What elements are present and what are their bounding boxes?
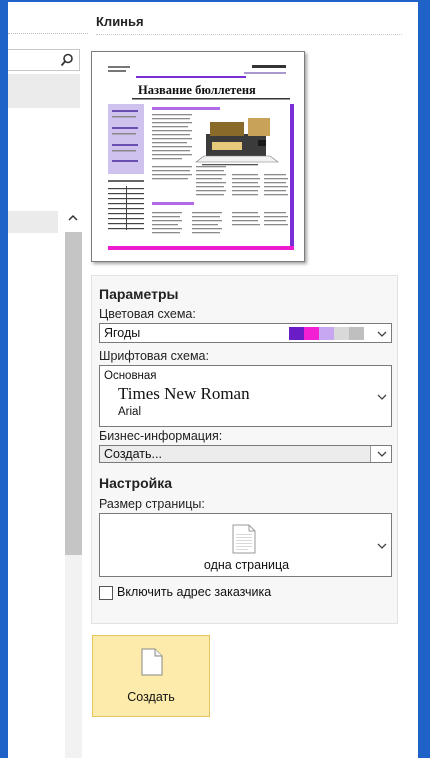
color-swatches: [289, 327, 364, 340]
template-preview: Название бюллетеня: [91, 51, 305, 262]
color-swatch: [349, 327, 364, 340]
search-icon[interactable]: [59, 52, 75, 68]
color-swatch: [289, 327, 304, 340]
create-button-label: Создать: [127, 690, 175, 704]
scrollbar-thumb[interactable]: [65, 232, 82, 555]
page-size-label: Размер страницы:: [99, 497, 205, 511]
template-list-pane: [8, 2, 88, 758]
color-swatch: [334, 327, 349, 340]
newsletter-thumbnail-image: Название бюллетеня: [92, 52, 304, 261]
color-scheme-dropdown[interactable]: Ягоды: [99, 323, 392, 343]
customize-heading: Настройка: [99, 475, 173, 491]
color-swatch: [304, 327, 319, 340]
newsletter-title-text: Название бюллетеня: [138, 83, 256, 97]
chevron-down-icon[interactable]: [375, 447, 389, 461]
window-frame-right: [418, 0, 430, 758]
color-scheme-label: Цветовая схема:: [99, 307, 196, 321]
options-panel: Параметры Цветовая схема: Ягоды Шрифтова…: [91, 275, 398, 624]
page-size-value: одна страница: [203, 558, 290, 572]
business-info-dropdown[interactable]: Создать...: [99, 445, 392, 463]
parameters-heading: Параметры: [99, 286, 179, 302]
list-item[interactable]: [8, 211, 58, 233]
font-scheme-label: Шрифтовая схема:: [99, 349, 209, 363]
category-row-selected[interactable]: [8, 74, 80, 108]
color-scheme-value: Ягоды: [104, 326, 141, 340]
scrollbar-track[interactable]: [65, 555, 82, 758]
chevron-down-icon[interactable]: [375, 327, 389, 341]
business-info-value: Создать...: [104, 447, 162, 461]
title-divider: [96, 34, 402, 35]
customer-address-checkbox[interactable]: [99, 586, 113, 600]
font-heading-name: Times New Roman: [118, 384, 250, 403]
chevron-up-icon: [68, 214, 78, 221]
template-details-pane: Клинья Название бюллетеня Параметры Цвет…: [88, 2, 418, 758]
single-page-icon: [232, 524, 256, 554]
newsletter-thumbnail: Название бюллетеня: [92, 52, 304, 261]
font-body-name: Arial: [118, 406, 142, 418]
search-input[interactable]: [8, 49, 80, 71]
create-button[interactable]: Создать: [92, 635, 210, 717]
scroll-up-button[interactable]: [64, 211, 82, 229]
chevron-down-icon[interactable]: [375, 539, 389, 553]
window-frame-left: [0, 0, 8, 758]
font-scheme-dropdown[interactable]: Основная Times New Roman Arial: [99, 365, 392, 427]
color-swatch: [319, 327, 334, 340]
font-scheme-name: Основная: [104, 370, 157, 382]
chevron-down-icon[interactable]: [375, 390, 389, 404]
customer-address-label: Включить адрес заказчика: [117, 585, 272, 599]
business-info-label: Бизнес-информация:: [99, 429, 223, 443]
page-title: Клинья: [96, 14, 144, 29]
page-size-dropdown[interactable]: одна страница: [99, 513, 392, 577]
new-document-icon: [141, 648, 163, 676]
list-header-divider: [8, 33, 88, 34]
